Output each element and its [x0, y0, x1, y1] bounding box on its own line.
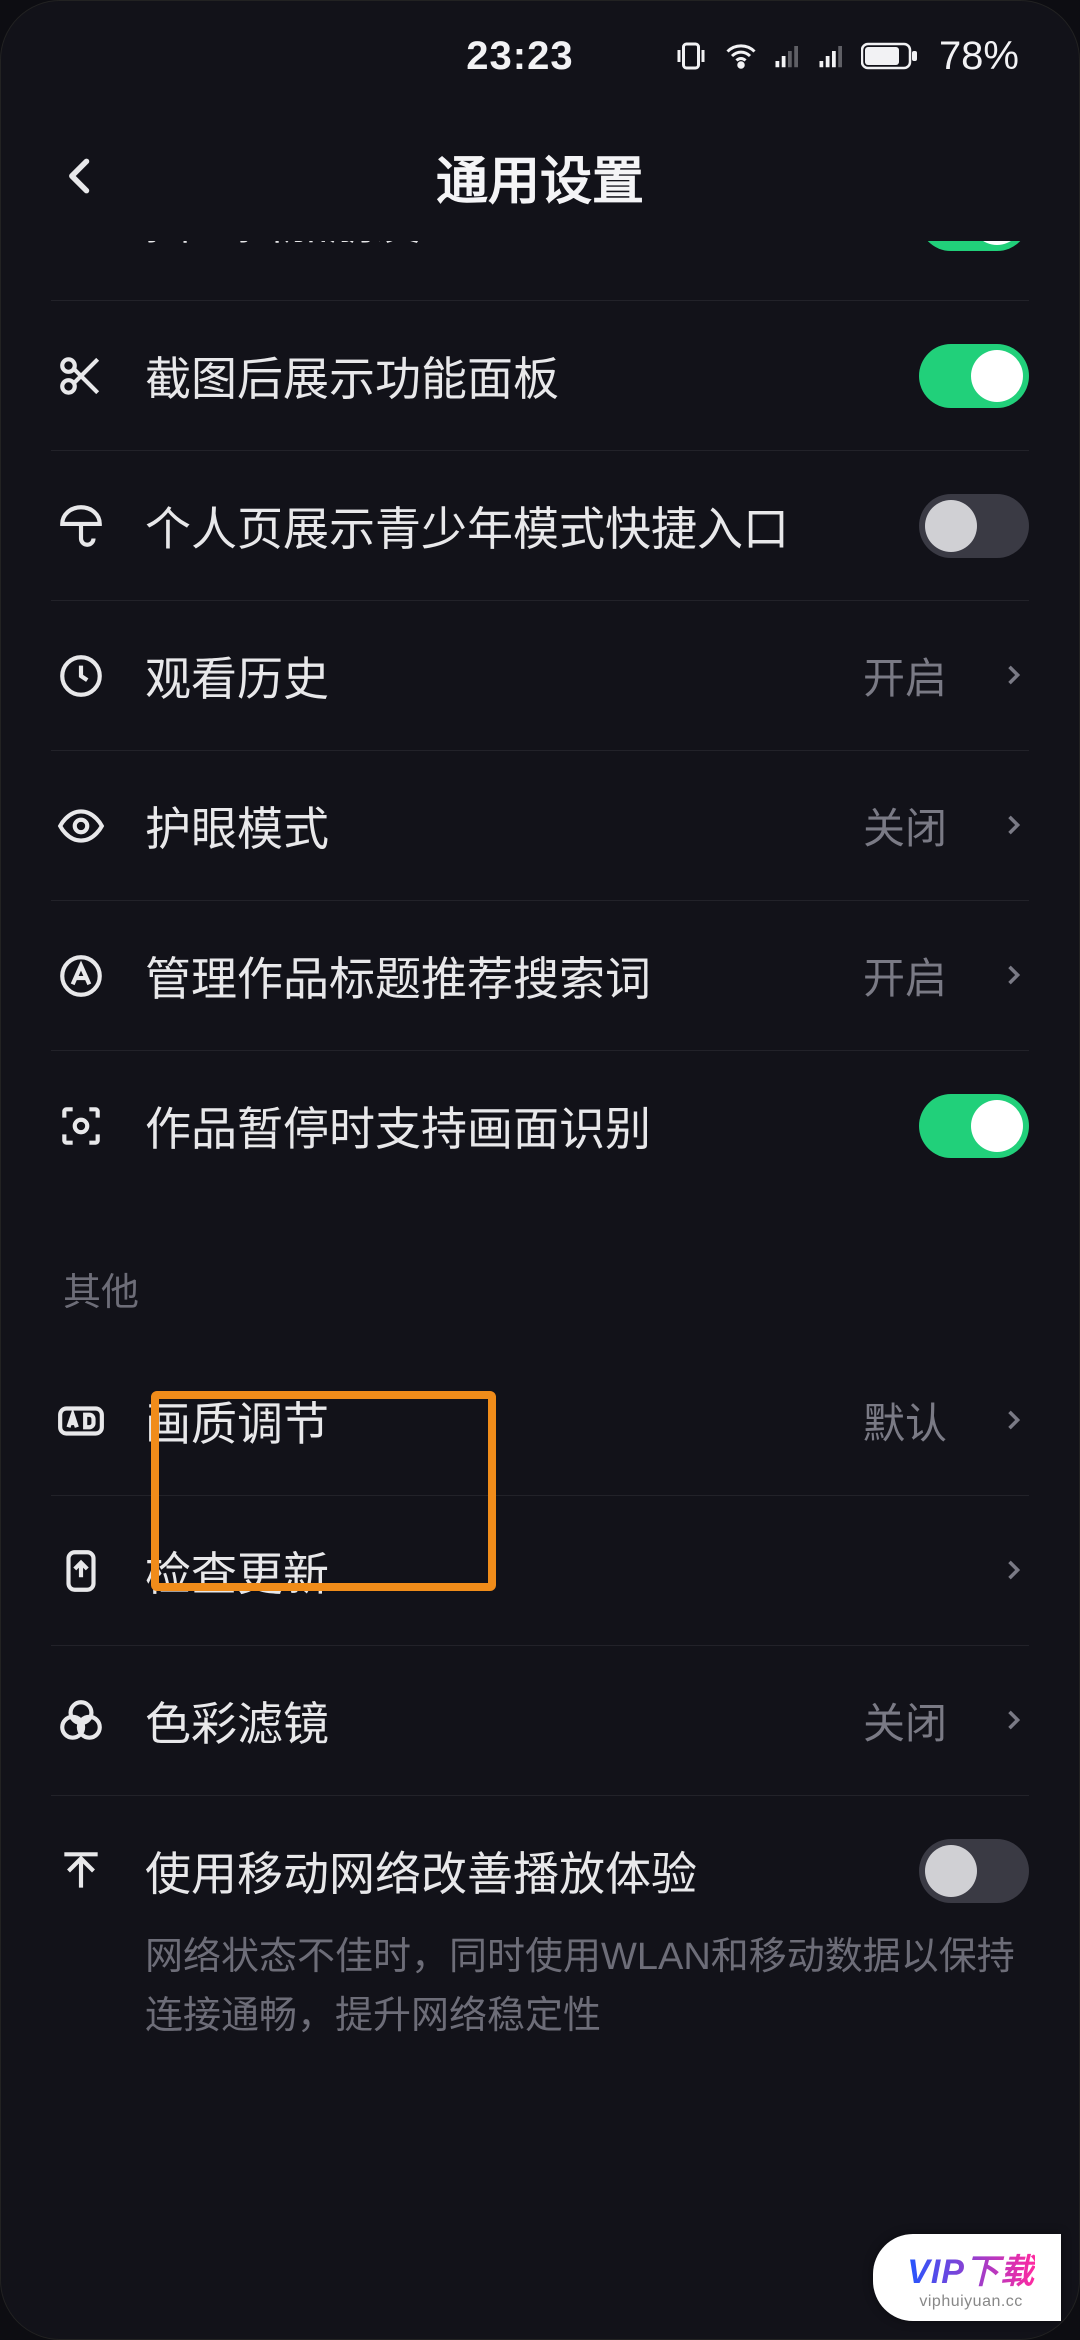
toggle-on[interactable] — [919, 344, 1029, 408]
row-label: 护眼模式 — [145, 793, 829, 859]
toggle-on[interactable] — [919, 1094, 1029, 1158]
row-mobile-network-boost[interactable]: 使用移动网络改善播放体验 — [51, 1796, 1029, 1946]
row-label: 作品暂停时支持画面识别 — [145, 1093, 885, 1159]
section-label-other: 其他 — [51, 1201, 1029, 1346]
clock-icon — [51, 646, 111, 706]
row-label: 画质调节 — [145, 1388, 829, 1454]
row-label: 使用移动网络改善播放体验 — [145, 1838, 885, 1904]
row-title-search-recommend[interactable]: 管理作品标题推荐搜索词 开启 — [51, 901, 1029, 1051]
row-screenshot-panel[interactable]: 截图后展示功能面板 — [51, 301, 1029, 451]
color-filter-icon — [51, 1691, 111, 1751]
umbrella-icon — [51, 496, 111, 556]
battery-percent: 78% — [939, 34, 1019, 79]
row-label: 观看历史 — [145, 643, 829, 709]
row-value: 关闭 — [863, 795, 947, 856]
chevron-right-icon — [999, 811, 1029, 841]
row-label: 检查更新 — [145, 1538, 947, 1604]
row-shake-add-friend[interactable]: 摇一摇加朋友 — [51, 241, 1029, 301]
row-value: 开启 — [863, 945, 947, 1006]
row-quality[interactable]: 画质调节 默认 — [51, 1346, 1029, 1496]
ad-icon — [51, 1391, 111, 1451]
vibrate-icon — [673, 38, 709, 74]
back-button[interactable] — [41, 136, 121, 216]
row-watch-history[interactable]: 观看历史 开启 — [51, 601, 1029, 751]
toggle-off[interactable] — [919, 494, 1029, 558]
row-label: 色彩滤镜 — [145, 1688, 829, 1754]
row-label: 摇一摇加朋友 — [145, 241, 885, 253]
row-teen-mode-shortcut[interactable]: 个人页展示青少年模式快捷入口 — [51, 451, 1029, 601]
row-value: 关闭 — [863, 1690, 947, 1751]
title-bar: 通用设置 — [1, 111, 1079, 241]
battery-icon — [861, 41, 919, 71]
scan-icon — [51, 1096, 111, 1156]
row-description: 网络状态不佳时，同时使用WLAN和移动数据以保持连接通畅，提升网络稳定性 — [51, 1928, 1029, 2086]
row-value: 默认 — [863, 1390, 947, 1451]
row-label: 截图后展示功能面板 — [145, 343, 885, 409]
wifi-icon — [723, 38, 759, 74]
signal-1-icon — [773, 41, 803, 71]
chevron-right-icon — [999, 1556, 1029, 1586]
status-bar: 23:23 78% — [1, 1, 1079, 111]
row-label: 管理作品标题推荐搜索词 — [145, 943, 829, 1009]
letter-a-icon — [51, 946, 111, 1006]
signal-2-icon — [817, 41, 847, 71]
row-eye-care[interactable]: 护眼模式 关闭 — [51, 751, 1029, 901]
toggle-off[interactable] — [919, 1839, 1029, 1903]
watermark-sub: viphuiyuan.cc — [919, 2293, 1022, 2311]
chevron-right-icon — [999, 1706, 1029, 1736]
row-pause-recognition[interactable]: 作品暂停时支持画面识别 — [51, 1051, 1029, 1201]
row-value: 开启 — [863, 645, 947, 706]
page-title: 通用设置 — [436, 139, 644, 214]
row-check-update[interactable]: 检查更新 — [51, 1496, 1029, 1646]
chevron-right-icon — [999, 661, 1029, 691]
row-label: 个人页展示青少年模式快捷入口 — [145, 493, 885, 559]
toggle-on[interactable] — [919, 241, 1029, 251]
status-right: 78% — [673, 34, 1019, 79]
watermark-main: VIP下载 — [907, 2244, 1035, 2293]
update-icon — [51, 1541, 111, 1601]
chevron-right-icon — [999, 1406, 1029, 1436]
status-time: 23:23 — [367, 34, 673, 79]
phone-frame: 23:23 78% 通用设置 — [0, 0, 1080, 2340]
watermark: VIP下载 viphuiyuan.cc — [873, 2234, 1061, 2321]
chevron-right-icon — [999, 961, 1029, 991]
shake-icon — [51, 241, 111, 247]
scissors-icon — [51, 346, 111, 406]
eye-icon — [51, 796, 111, 856]
arrow-up-icon — [51, 1841, 111, 1901]
row-color-filter[interactable]: 色彩滤镜 关闭 — [51, 1646, 1029, 1796]
settings-list: 摇一摇加朋友 截图后展示功能面板 个人页展示青少年模式快捷入口 观看历史 开启 — [1, 241, 1079, 2086]
